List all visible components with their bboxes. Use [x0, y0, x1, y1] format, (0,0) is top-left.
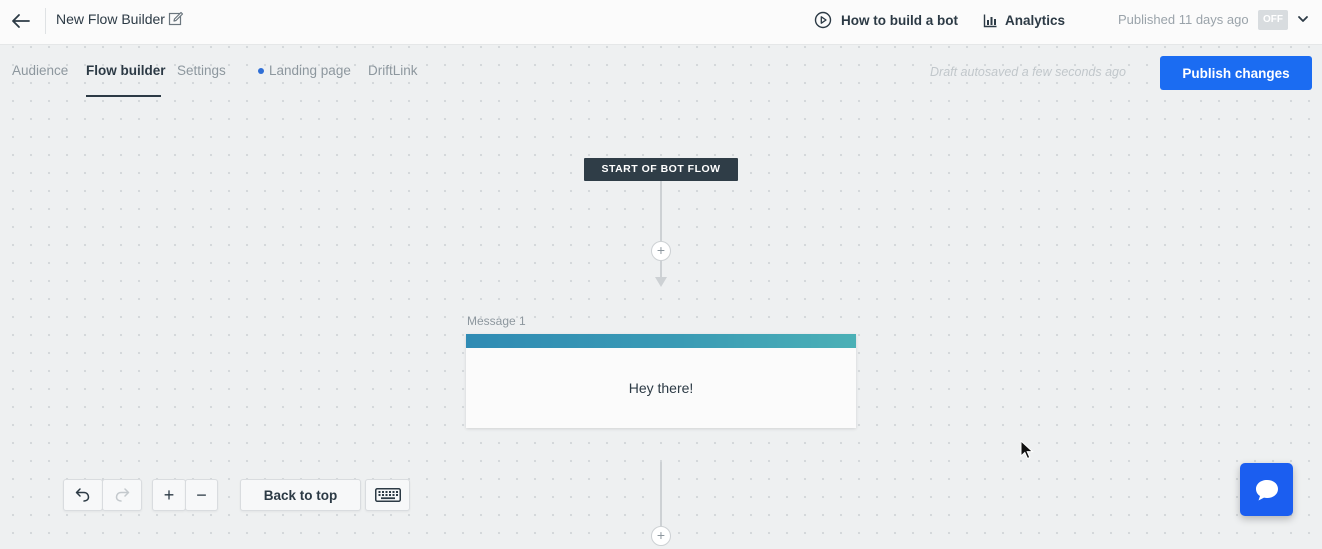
- edit-icon[interactable]: [168, 11, 184, 27]
- start-of-flow-node[interactable]: START OF BOT FLOW: [584, 158, 738, 181]
- tab-landing-page[interactable]: Landing page: [258, 63, 351, 78]
- published-status: Published 11 days ago: [1118, 12, 1249, 27]
- add-step-button[interactable]: +: [651, 526, 671, 546]
- add-step-button[interactable]: +: [651, 241, 671, 261]
- chevron-down-icon[interactable]: [1296, 12, 1310, 26]
- bar-chart-icon: [983, 14, 997, 27]
- zoom-in-button[interactable]: +: [152, 479, 186, 511]
- zoom-out-button[interactable]: −: [185, 479, 218, 511]
- tab-settings[interactable]: Settings: [177, 63, 226, 78]
- tab-audience[interactable]: Audience: [12, 63, 68, 78]
- minus-icon: −: [196, 485, 207, 505]
- connector-arrow: [655, 277, 667, 287]
- message-node-header-bar: [466, 334, 856, 348]
- status-dot: [258, 67, 264, 74]
- message-node-label: Message 1: [467, 314, 526, 328]
- publish-toggle[interactable]: OFF: [1258, 10, 1288, 30]
- analytics-label: Analytics: [1005, 12, 1066, 28]
- active-tab-indicator: [86, 95, 161, 97]
- undo-button[interactable]: [63, 479, 103, 511]
- connector-line: [660, 462, 662, 526]
- autosave-status: Draft autosaved a few seconds ago: [930, 65, 1126, 79]
- keyboard-icon: [374, 488, 401, 502]
- plus-icon: +: [163, 485, 175, 505]
- back-to-top-button[interactable]: Back to top: [240, 479, 361, 511]
- tab-landing-page-label: Landing page: [269, 63, 351, 78]
- chat-widget-button[interactable]: [1240, 463, 1293, 516]
- publish-changes-button[interactable]: Publish changes: [1160, 56, 1312, 90]
- redo-button[interactable]: [102, 479, 142, 511]
- keyboard-shortcuts-button[interactable]: [365, 479, 410, 511]
- connector-line: [660, 181, 662, 241]
- analytics-link[interactable]: Analytics: [983, 10, 1065, 30]
- redo-icon: [115, 488, 130, 502]
- flow-title: New Flow Builder: [56, 11, 165, 27]
- chat-bubble-icon: [1255, 479, 1278, 500]
- how-to-build-label: How to build a bot: [841, 12, 958, 28]
- divider: [45, 8, 46, 34]
- play-circle-icon: [814, 11, 832, 29]
- back-arrow-icon[interactable]: [8, 8, 34, 34]
- top-bar: New Flow Builder How to build a bot Anal…: [0, 0, 1322, 45]
- undo-icon: [75, 488, 90, 502]
- tab-flow-builder[interactable]: Flow builder: [86, 63, 166, 78]
- message-node[interactable]: Hey there!: [466, 334, 856, 428]
- tab-driftlink[interactable]: DriftLink: [368, 63, 418, 78]
- mouse-cursor-icon: [1020, 440, 1034, 460]
- how-to-build-link[interactable]: How to build a bot: [814, 10, 958, 30]
- message-text: Hey there!: [628, 380, 694, 396]
